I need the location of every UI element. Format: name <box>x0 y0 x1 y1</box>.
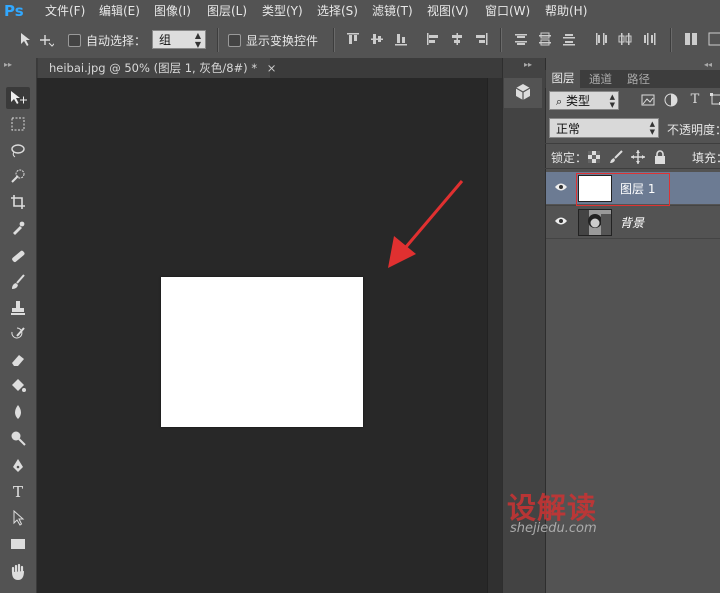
clone-stamp-tool-icon[interactable] <box>6 297 30 319</box>
crop-tool-icon[interactable] <box>6 191 30 213</box>
collapse-panel-icon[interactable]: ◂◂ <box>704 60 712 69</box>
move-tool-preset-icon[interactable] <box>18 31 54 49</box>
history-brush-tool-icon[interactable] <box>6 323 30 345</box>
lock-all-icon[interactable] <box>654 150 666 164</box>
document-tab-title: heibai.jpg @ 50% (图层 1, 灰色/8#) * <box>49 61 258 75</box>
layer-thumbnail <box>578 209 612 236</box>
collapse-panel-icon[interactable]: ▸▸ <box>4 60 12 69</box>
lock-transparent-pixels-icon[interactable] <box>588 151 600 163</box>
lock-position-icon[interactable] <box>631 150 645 164</box>
quick-selection-tool-icon[interactable] <box>6 165 30 187</box>
filter-type-layers-icon[interactable]: T <box>688 93 702 107</box>
visibility-eye-icon[interactable] <box>554 216 568 226</box>
menu-image[interactable]: 图像(I) <box>154 0 191 22</box>
filter-adjustment-layers-icon[interactable] <box>664 93 678 107</box>
dropdown-arrows-icon: ▲ ▼ <box>194 31 201 49</box>
highlight-box-annotation <box>576 173 670 206</box>
divider <box>217 28 219 52</box>
align-vertical-centers-icon[interactable] <box>370 32 384 46</box>
visibility-eye-icon[interactable] <box>554 182 568 192</box>
layer-name[interactable]: 背景 <box>620 214 644 231</box>
lock-label: 锁定： <box>551 151 588 165</box>
layer-filter-kind-dropdown[interactable]: ⌕ 类型 ▲ ▼ <box>549 91 619 110</box>
brush-tool-icon[interactable] <box>6 271 30 293</box>
align-horizontal-centers-icon[interactable] <box>450 32 464 46</box>
menu-view[interactable]: 视图(V) <box>427 0 469 22</box>
lock-image-pixels-icon[interactable] <box>609 150 623 164</box>
distribute-horizontal-centers-icon[interactable] <box>618 32 632 46</box>
filter-shape-layers-icon[interactable] <box>710 93 720 107</box>
distribute-left-edges-icon[interactable] <box>594 32 608 46</box>
tab-layers[interactable]: 图层 <box>546 70 580 88</box>
menu-filter[interactable]: 滤镜(T) <box>372 0 413 22</box>
divider <box>545 168 720 169</box>
tab-channels[interactable]: 通道 <box>589 71 612 88</box>
rectangular-marquee-tool-icon[interactable] <box>6 113 30 135</box>
divider <box>500 28 502 52</box>
auto-select-target-value: 组 <box>159 33 172 47</box>
align-left-edges-icon[interactable] <box>426 32 440 46</box>
divider <box>670 28 672 52</box>
close-tab-icon[interactable]: × <box>267 61 277 75</box>
menu-type[interactable]: 类型(Y) <box>262 0 303 22</box>
dodge-tool-icon[interactable] <box>6 427 30 449</box>
app-logo: Ps <box>4 2 24 20</box>
menu-layer[interactable]: 图层(L) <box>207 0 247 22</box>
opacity-label: 不透明度： <box>667 123 720 137</box>
move-tool-icon[interactable] <box>6 87 30 109</box>
auto-select-checkbox[interactable] <box>68 34 81 47</box>
vertical-scrollbar[interactable] <box>487 78 503 593</box>
type-tool-icon[interactable]: T <box>6 481 30 503</box>
layer-filter-kind-value: 类型 <box>566 94 591 108</box>
auto-select-label: 自动选择： <box>86 34 147 48</box>
fill-label: 填充： <box>692 151 720 165</box>
lasso-tool-icon[interactable] <box>6 139 30 161</box>
red-arrow-annotation <box>388 180 464 268</box>
search-icon: ⌕ <box>556 95 563 108</box>
align-bottom-edges-icon[interactable] <box>394 32 408 46</box>
rectangle-tool-icon[interactable] <box>6 533 30 555</box>
distribute-top-edges-icon[interactable] <box>514 32 528 46</box>
divider <box>545 143 720 144</box>
path-selection-tool-icon[interactable] <box>6 507 30 529</box>
paint-bucket-tool-icon[interactable] <box>6 375 30 397</box>
divider <box>333 28 335 52</box>
pen-tool-icon[interactable] <box>6 455 30 477</box>
dropdown-arrows-icon: ▲ ▼ <box>649 120 655 136</box>
document-canvas[interactable] <box>161 277 363 427</box>
auto-select-target-dropdown[interactable]: 组 ▲ ▼ <box>152 30 206 49</box>
distribute-bottom-edges-icon[interactable] <box>562 32 576 46</box>
filter-pixel-layers-icon[interactable] <box>641 94 655 106</box>
tab-paths[interactable]: 路径 <box>627 71 650 88</box>
hand-tool-icon[interactable] <box>6 561 30 583</box>
show-transform-checkbox[interactable] <box>228 34 241 47</box>
blend-mode-dropdown[interactable]: 正常 ▲ ▼ <box>549 118 659 138</box>
watermark-url: shejiedu.com <box>510 521 597 536</box>
align-top-edges-icon[interactable] <box>346 32 360 46</box>
more-options-icon[interactable] <box>708 32 720 46</box>
healing-brush-tool-icon[interactable] <box>6 245 30 267</box>
eraser-tool-icon[interactable] <box>6 349 30 371</box>
distribute-vertical-centers-icon[interactable] <box>538 32 552 46</box>
menu-bar: Ps 文件(F) 编辑(E) 图像(I) 图层(L) 类型(Y) 选择(S) 滤… <box>0 0 720 23</box>
blend-mode-value: 正常 <box>556 122 581 136</box>
layer-row-background[interactable]: 背景 <box>546 205 720 239</box>
show-transform-label: 显示变换控件 <box>246 34 319 48</box>
collapse-panel-icon[interactable]: ▸▸ <box>524 60 532 69</box>
blur-tool-icon[interactable] <box>6 401 30 423</box>
auto-align-layers-icon[interactable] <box>684 32 698 46</box>
menu-help[interactable]: 帮助(H) <box>545 0 587 22</box>
eyedropper-tool-icon[interactable] <box>6 217 30 239</box>
document-tab[interactable]: heibai.jpg @ 50% (图层 1, 灰色/8#) * × <box>38 58 276 78</box>
menu-edit[interactable]: 编辑(E) <box>99 0 140 22</box>
menu-select[interactable]: 选择(S) <box>317 0 358 22</box>
3d-panel-icon[interactable] <box>514 83 532 101</box>
distribute-right-edges-icon[interactable] <box>642 32 656 46</box>
dropdown-arrows-icon: ▲ ▼ <box>609 93 615 109</box>
align-right-edges-icon[interactable] <box>474 32 488 46</box>
menu-file[interactable]: 文件(F) <box>45 0 85 22</box>
menu-window[interactable]: 窗口(W) <box>485 0 530 22</box>
